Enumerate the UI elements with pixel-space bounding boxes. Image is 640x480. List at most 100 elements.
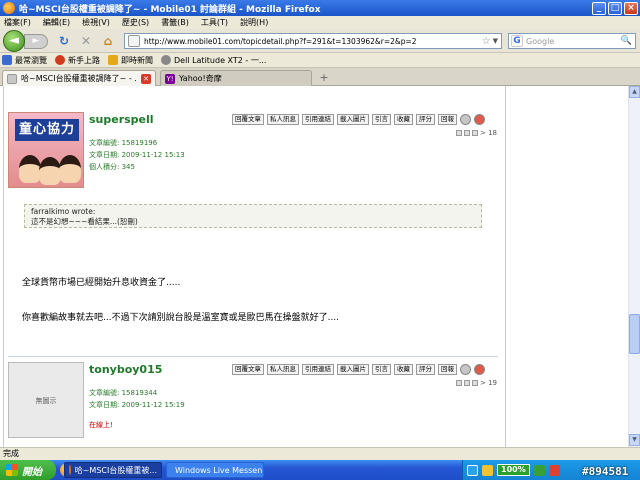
bookmark-icon bbox=[55, 55, 65, 65]
report-button[interactable]: 回報 bbox=[438, 364, 457, 375]
bookmark-getting-started[interactable]: 新手上路 bbox=[55, 55, 100, 66]
back-button[interactable]: ◄ bbox=[3, 30, 25, 52]
load-images-button[interactable]: 載入圖片 bbox=[337, 364, 369, 375]
tab-mobile01[interactable]: 哈~MSCI台股權重被調降了~ - ... ✕ bbox=[2, 70, 156, 86]
search-box[interactable]: G Google 🔍 bbox=[508, 33, 636, 49]
watermark: #894581 bbox=[582, 465, 629, 478]
menu-file[interactable]: 檔案(F) bbox=[4, 17, 31, 28]
post-body-line: 全球貨幣市場已經開始升息收資金了..... bbox=[22, 278, 181, 288]
favorite-button[interactable]: 收藏 bbox=[394, 364, 413, 375]
article-id: 文章編號: 15819344 bbox=[89, 389, 158, 397]
vertical-scrollbar[interactable]: ▲ ▼ bbox=[628, 86, 640, 447]
home-icon[interactable]: ⌂ bbox=[100, 34, 116, 49]
bookmark-icon bbox=[2, 55, 12, 65]
bookmark-label: Dell Latitude XT2 - 一... bbox=[174, 55, 267, 65]
tab-yahoo[interactable]: Y! Yahoo!奇摩 bbox=[160, 70, 312, 86]
top-icon[interactable] bbox=[464, 380, 470, 386]
notification-icon[interactable] bbox=[482, 464, 493, 476]
tab-close-icon[interactable]: ✕ bbox=[141, 73, 151, 84]
avatar-kid bbox=[59, 155, 81, 183]
username[interactable]: superspell bbox=[89, 113, 154, 126]
url-text[interactable]: http://www.mobile01.com/topicdetail.php?… bbox=[144, 37, 482, 46]
quote-link-button[interactable]: 引用連結 bbox=[302, 114, 334, 125]
private-message-button[interactable]: 私人訊息 bbox=[267, 114, 299, 125]
maximize-button[interactable]: □ bbox=[608, 1, 622, 15]
quote-button[interactable]: 引言 bbox=[372, 114, 391, 125]
menu-tools[interactable]: 工具(T) bbox=[201, 17, 228, 28]
stop-icon[interactable]: ✕ bbox=[78, 34, 94, 49]
floor-number: > 19 bbox=[480, 379, 497, 387]
rss-icon bbox=[108, 55, 118, 65]
scroll-thumb[interactable] bbox=[629, 314, 640, 354]
avatar-text: 童心協力 bbox=[15, 119, 79, 141]
avatar[interactable]: 童心協力 bbox=[8, 112, 84, 188]
minimize-button[interactable]: _ bbox=[592, 1, 606, 15]
favorite-button[interactable]: 收藏 bbox=[394, 114, 413, 125]
next-icon[interactable] bbox=[472, 380, 478, 386]
new-tab-button[interactable]: + bbox=[314, 70, 334, 85]
settings-icon[interactable] bbox=[460, 364, 471, 375]
post-body-line: 你喜歡編故事就去吧...不過下次請別說台股是溫室寶或是歐巴馬在操盤就好了.... bbox=[22, 313, 340, 323]
menu-view[interactable]: 檢視(V) bbox=[82, 17, 110, 28]
article-date: 文章日期: 2009-11-12 15:19 bbox=[89, 401, 185, 409]
bookmark-most-visited[interactable]: 最常瀏覽 bbox=[2, 55, 47, 66]
rate-button[interactable]: 評分 bbox=[416, 364, 435, 375]
address-bar[interactable]: http://www.mobile01.com/topicdetail.php?… bbox=[124, 33, 502, 49]
firefox-icon bbox=[3, 2, 15, 14]
avatar-kid bbox=[19, 155, 41, 183]
dropdown-icon[interactable]: ▼ bbox=[493, 37, 498, 45]
taskbar-item-messenger[interactable]: Windows Live Messen... bbox=[166, 462, 264, 478]
delete-icon[interactable] bbox=[474, 364, 485, 375]
network-icon[interactable] bbox=[467, 464, 478, 476]
column-divider bbox=[3, 86, 4, 447]
report-button[interactable]: 回報 bbox=[438, 114, 457, 125]
prev-icon[interactable] bbox=[456, 380, 462, 386]
tray-app-icon[interactable] bbox=[548, 464, 560, 476]
menu-history[interactable]: 歷史(S) bbox=[122, 17, 149, 28]
google-icon[interactable]: G bbox=[511, 35, 523, 47]
tab-label: Yahoo!奇摩 bbox=[179, 74, 222, 83]
page-icon bbox=[128, 35, 140, 47]
reply-button[interactable]: 回覆文章 bbox=[232, 114, 264, 125]
load-images-button[interactable]: 載入圖片 bbox=[337, 114, 369, 125]
taskbar-item-label: Windows Live Messen... bbox=[175, 465, 264, 475]
page-content: 童心協力 superspell 回覆文章 私人訊息 引用連結 載入圖片 引言 收… bbox=[0, 86, 640, 447]
start-label: 開始 bbox=[22, 466, 42, 478]
menu-bookmarks[interactable]: 書籤(B) bbox=[161, 17, 189, 28]
reply-button[interactable]: 回覆文章 bbox=[232, 364, 264, 375]
close-button[interactable]: × bbox=[624, 1, 638, 15]
reload-icon[interactable]: ↻ bbox=[56, 34, 72, 49]
online-status: 在線上! bbox=[89, 421, 113, 429]
scroll-up-button[interactable]: ▲ bbox=[629, 86, 640, 98]
search-input[interactable]: Google bbox=[526, 37, 621, 46]
quote-block: farralkimo wrote: 這不是幻想~~~看結果...(恕刪) bbox=[24, 204, 482, 228]
title-bar: 哈~MSCI台股權重被調降了~ - Mobile01 討論群組 - Mozill… bbox=[0, 0, 640, 16]
start-button[interactable]: 開始 bbox=[0, 460, 56, 480]
next-icon[interactable] bbox=[472, 130, 478, 136]
column-divider bbox=[505, 86, 506, 447]
bookmark-label: 即時新聞 bbox=[121, 55, 153, 65]
tray-app-icon[interactable] bbox=[533, 464, 545, 476]
battery-indicator[interactable]: 100% bbox=[497, 464, 530, 476]
floor-number: > 18 bbox=[480, 129, 497, 137]
bookmark-dell[interactable]: Dell Latitude XT2 - 一... bbox=[161, 55, 266, 66]
quote-link-button[interactable]: 引用連結 bbox=[302, 364, 334, 375]
quote-button[interactable]: 引言 bbox=[372, 364, 391, 375]
rate-button[interactable]: 評分 bbox=[416, 114, 435, 125]
menu-edit[interactable]: 編輯(E) bbox=[43, 17, 70, 28]
delete-icon[interactable] bbox=[474, 114, 485, 125]
search-icon[interactable]: 🔍 bbox=[621, 36, 632, 46]
taskbar-item-firefox[interactable]: 哈~MSCI台股權重被... bbox=[64, 462, 162, 478]
bookmark-news[interactable]: 即時新聞 bbox=[108, 55, 153, 66]
prev-icon[interactable] bbox=[456, 130, 462, 136]
quote-author: farralkimo wrote: bbox=[31, 207, 96, 216]
star-icon[interactable]: ☆ bbox=[482, 36, 491, 47]
status-bar: 完成 bbox=[0, 447, 640, 460]
settings-icon[interactable] bbox=[460, 114, 471, 125]
top-icon[interactable] bbox=[464, 130, 470, 136]
private-message-button[interactable]: 私人訊息 bbox=[267, 364, 299, 375]
scroll-down-button[interactable]: ▼ bbox=[629, 434, 640, 446]
username[interactable]: tonyboy015 bbox=[89, 363, 162, 376]
menu-help[interactable]: 說明(H) bbox=[240, 17, 268, 28]
forward-button[interactable]: ► bbox=[24, 34, 48, 49]
